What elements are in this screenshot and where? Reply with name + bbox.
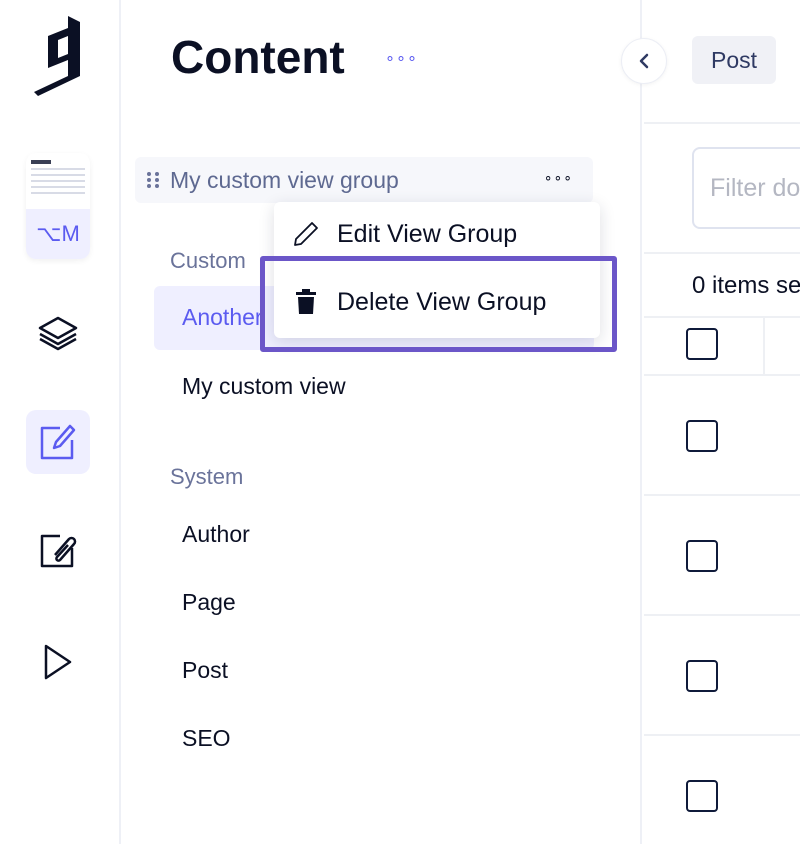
context-menu: Edit View Group Delete View Group bbox=[274, 202, 600, 338]
project-thumbnail[interactable]: ⌥M bbox=[26, 153, 90, 259]
left-rail: ⌥M bbox=[0, 0, 121, 844]
sidebar-item-author[interactable]: Author bbox=[182, 521, 250, 548]
row-checkbox[interactable] bbox=[686, 660, 718, 692]
schema-layers-icon[interactable] bbox=[26, 300, 90, 364]
divider bbox=[644, 494, 800, 496]
pencil-icon bbox=[292, 221, 320, 247]
divider bbox=[644, 252, 800, 254]
sidebar-item-my-custom-view[interactable]: My custom view bbox=[182, 373, 346, 400]
content-panel: Content ∘∘∘ My custom view group ∘∘∘ Cus… bbox=[121, 0, 642, 844]
more-icon[interactable]: ∘∘∘ bbox=[385, 48, 418, 68]
column-divider bbox=[763, 318, 765, 374]
trash-icon bbox=[292, 289, 320, 315]
main-content: Post Filter documents 0 items selected bbox=[644, 0, 800, 844]
edit-view-group-item[interactable]: Edit View Group bbox=[274, 204, 600, 264]
row-checkbox[interactable] bbox=[686, 540, 718, 572]
section-label-custom: Custom bbox=[170, 248, 246, 273]
content-edit-icon[interactable] bbox=[26, 410, 90, 474]
drag-handle-icon[interactable] bbox=[147, 172, 161, 188]
playground-icon[interactable] bbox=[26, 630, 90, 694]
sidebar-item-page[interactable]: Page bbox=[182, 589, 236, 616]
divider bbox=[644, 734, 800, 736]
view-group-row[interactable]: My custom view group ∘∘∘ bbox=[135, 157, 593, 203]
select-all-checkbox[interactable] bbox=[686, 328, 718, 360]
view-group-label: My custom view group bbox=[170, 166, 399, 193]
sidebar-item-seo[interactable]: SEO bbox=[182, 725, 231, 752]
project-badge: ⌥M bbox=[26, 209, 90, 259]
chevron-left-icon bbox=[639, 53, 649, 69]
row-checkbox[interactable] bbox=[686, 780, 718, 812]
row-checkbox[interactable] bbox=[686, 420, 718, 452]
sidebar-item-post[interactable]: Post bbox=[182, 657, 228, 684]
assets-icon[interactable] bbox=[26, 518, 90, 582]
filter-input[interactable]: Filter documents bbox=[692, 147, 800, 229]
divider bbox=[644, 316, 800, 318]
divider bbox=[644, 122, 800, 124]
model-tag: Post bbox=[692, 36, 776, 84]
selection-count: 0 items selected bbox=[692, 272, 800, 299]
delete-view-group-item[interactable]: Delete View Group bbox=[274, 272, 600, 332]
hygraph-logo[interactable] bbox=[34, 16, 84, 98]
view-group-more-icon[interactable]: ∘∘∘ bbox=[544, 169, 573, 186]
divider bbox=[644, 374, 800, 376]
divider bbox=[644, 614, 800, 616]
section-label-system: System bbox=[170, 464, 244, 489]
collapse-panel-button[interactable] bbox=[621, 38, 667, 84]
page-title: Content bbox=[171, 31, 345, 83]
